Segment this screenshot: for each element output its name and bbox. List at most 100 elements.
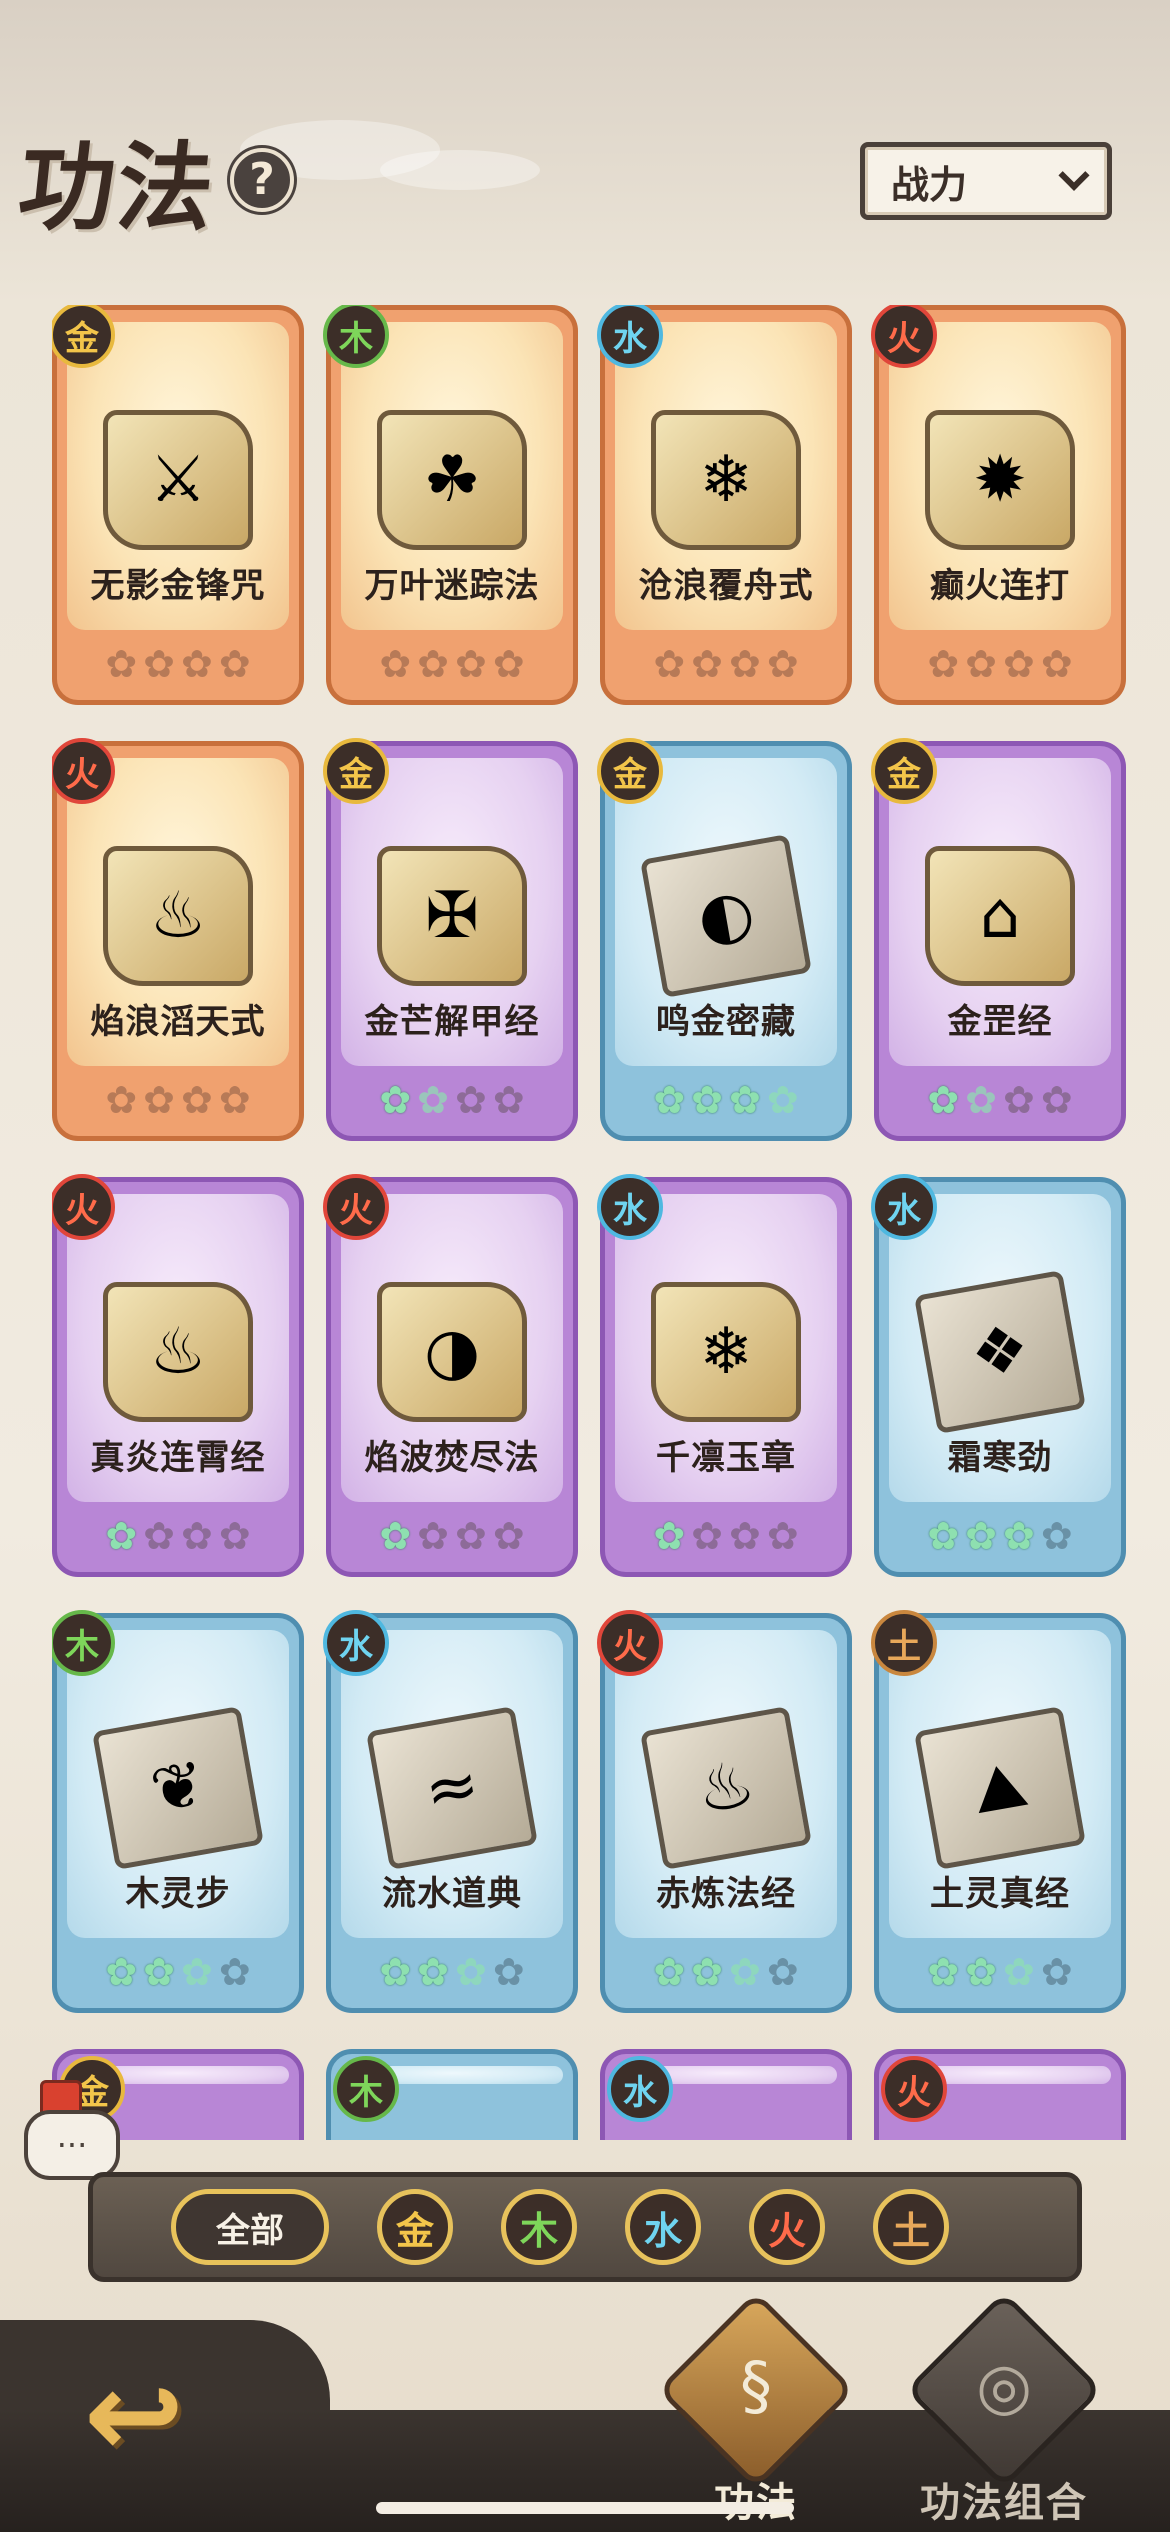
star-rating: ✿ ✿ ✿ ✿ xyxy=(605,1078,847,1122)
element-badge: 木 xyxy=(333,2056,399,2122)
element-badge: 木 xyxy=(323,305,389,368)
star-icon: ✿ xyxy=(143,1950,175,1994)
star-icon: ✿ xyxy=(218,1514,251,1558)
star-icon: ✿ xyxy=(766,642,799,686)
skill-card[interactable]: 木 ❦ 木灵步 ✿ ✿ ✿ ✿ xyxy=(52,1610,304,2013)
skill-name: 鸣金密藏 xyxy=(656,1002,796,1042)
star-icon: ✿ xyxy=(455,1514,487,1558)
skill-card[interactable]: 火 ♨ 真炎连霄经 ✿ ✿ ✿ ✿ xyxy=(52,1174,304,1577)
skill-card[interactable]: 火 ♨ 焰浪滔天式 ✿ ✿ ✿ ✿ xyxy=(52,738,304,1141)
star-icon: ✿ xyxy=(417,1514,449,1558)
star-icon: ✿ xyxy=(653,1514,686,1558)
tab-gongfa-combo-label: 功法组合 xyxy=(920,2480,1088,2526)
filter-huo-button[interactable]: 火 xyxy=(749,2189,825,2265)
skill-card[interactable]: 火 ✹ 癫火连打 ✿ ✿ ✿ ✿ xyxy=(871,305,1126,705)
skill-card-partial[interactable]: 火 xyxy=(874,2049,1126,2140)
skill-card[interactable]: 火 ◑ 焰波焚尽法 ✿ ✿ ✿ ✿ xyxy=(323,1174,578,1577)
star-rating: ✿ ✿ ✿ ✿ xyxy=(57,642,299,686)
skill-card[interactable]: 水 ≈ 流水道典 ✿ ✿ ✿ ✿ xyxy=(323,1610,578,2013)
element-badge: 火 xyxy=(881,2056,947,2122)
skill-name: 土灵真经 xyxy=(930,1874,1070,1914)
star-icon: ✿ xyxy=(218,1078,251,1122)
skill-art-icon: ≈ xyxy=(365,1706,539,1870)
star-icon: ✿ xyxy=(417,1950,449,1994)
star-icon: ✿ xyxy=(766,1514,799,1558)
skill-card[interactable]: 木 ☘ 万叶迷踪法 ✿ ✿ ✿ ✿ xyxy=(323,305,578,705)
skill-glyph: ⌂ xyxy=(979,879,1021,953)
skill-glyph: ≈ xyxy=(419,1746,485,1830)
star-icon: ✿ xyxy=(181,1950,213,1994)
star-rating: ✿ ✿ ✿ ✿ xyxy=(57,1078,299,1122)
skill-name: 千凛玉章 xyxy=(656,1438,796,1478)
chat-bubble-icon[interactable]: ··· xyxy=(24,2110,120,2180)
tab-gongfa-combo[interactable]: ◎ 功法组合 xyxy=(904,2291,1104,2532)
element-badge: 土 xyxy=(871,1610,937,1676)
filter-jin-button[interactable]: 金 xyxy=(377,2189,453,2265)
skill-art-icon: ◐ xyxy=(639,834,813,998)
skill-card[interactable]: 金 ⌂ 金罡经 ✿ ✿ ✿ ✿ xyxy=(871,738,1126,1141)
star-icon: ✿ xyxy=(766,1078,799,1122)
skill-card-partial[interactable]: 木 xyxy=(326,2049,578,2140)
element-badge: 水 xyxy=(871,1174,937,1240)
skill-card[interactable]: 金 ⚔ 无影金锋咒 ✿ ✿ ✿ ✿ xyxy=(52,305,304,705)
skill-card[interactable]: 水 ❖ 霜寒劲 ✿ ✿ ✿ ✿ xyxy=(871,1174,1126,1577)
element-badge: 金 xyxy=(597,738,663,804)
skill-glyph: ❖ xyxy=(965,1310,1035,1394)
star-icon: ✿ xyxy=(653,1950,686,1994)
skill-card[interactable]: 金 ◐ 鸣金密藏 ✿ ✿ ✿ ✿ xyxy=(597,738,852,1141)
star-icon: ✿ xyxy=(653,1078,686,1122)
skill-glyph: ✹ xyxy=(973,443,1027,517)
skill-name: 金芒解甲经 xyxy=(364,1002,540,1042)
star-icon: ✿ xyxy=(417,1078,449,1122)
skill-name: 流水道典 xyxy=(382,1874,522,1914)
star-icon: ✿ xyxy=(181,1078,213,1122)
star-icon: ✿ xyxy=(965,1078,997,1122)
element-badge: 火 xyxy=(52,738,115,804)
star-icon: ✿ xyxy=(1040,1514,1073,1558)
star-rating: ✿ ✿ ✿ ✿ xyxy=(331,1078,573,1122)
element-badge: 水 xyxy=(323,1610,389,1676)
skill-card-partial[interactable]: 水 xyxy=(600,2049,852,2140)
skill-art-icon: ✠ xyxy=(377,846,527,986)
skill-card[interactable]: 火 ♨ 赤炼法经 ✿ ✿ ✿ ✿ xyxy=(597,1610,852,2013)
skill-glyph: ❦ xyxy=(145,1746,211,1830)
skill-glyph: ♨ xyxy=(691,1746,761,1830)
skill-name: 霜寒劲 xyxy=(947,1438,1053,1478)
star-icon: ✿ xyxy=(455,1078,487,1122)
skill-card[interactable]: 土 ⛰ 土灵真经 ✿ ✿ ✿ ✿ xyxy=(871,1610,1126,2013)
star-icon: ✿ xyxy=(1003,1514,1035,1558)
star-icon: ✿ xyxy=(181,642,213,686)
filter-all-button[interactable]: 全部 xyxy=(171,2189,329,2265)
star-icon: ✿ xyxy=(492,1078,525,1122)
star-icon: ✿ xyxy=(927,1950,960,1994)
star-icon: ✿ xyxy=(729,1514,761,1558)
filter-shui-button[interactable]: 水 xyxy=(625,2189,701,2265)
filter-mu-button[interactable]: 木 xyxy=(501,2189,577,2265)
skill-name: 焰波焚尽法 xyxy=(364,1438,540,1478)
star-icon: ✿ xyxy=(965,642,997,686)
star-icon: ✿ xyxy=(379,1514,412,1558)
skill-art-icon: ⚔ xyxy=(103,410,253,550)
star-icon: ✿ xyxy=(379,642,412,686)
skill-card[interactable]: 水 ❄ 千凛玉章 ✿ ✿ ✿ ✿ xyxy=(597,1174,852,1577)
title-group: 功法 ? xyxy=(13,110,294,249)
star-icon: ✿ xyxy=(143,1514,175,1558)
filter-tu-button[interactable]: 土 xyxy=(873,2189,949,2265)
star-rating: ✿ ✿ ✿ ✿ xyxy=(57,1514,299,1558)
skill-card[interactable]: 金 ✠ 金芒解甲经 ✿ ✿ ✿ ✿ xyxy=(323,738,578,1141)
sort-dropdown[interactable]: 战力 xyxy=(860,142,1112,220)
star-rating: ✿ ✿ ✿ ✿ xyxy=(605,1514,847,1558)
star-icon: ✿ xyxy=(965,1950,997,1994)
star-icon: ✿ xyxy=(927,1078,960,1122)
star-icon: ✿ xyxy=(729,1078,761,1122)
star-icon: ✿ xyxy=(105,1950,138,1994)
back-arrow-icon[interactable]: ↩ xyxy=(64,2346,204,2485)
skill-card[interactable]: 水 ❄ 沧浪覆舟式 ✿ ✿ ✿ ✿ xyxy=(597,305,852,705)
star-icon: ✿ xyxy=(691,1950,723,1994)
help-icon[interactable]: ? xyxy=(230,147,294,212)
element-badge: 水 xyxy=(597,305,663,368)
skill-art-icon: ❦ xyxy=(91,1706,265,1870)
star-icon: ✿ xyxy=(766,1950,799,1994)
star-icon: ✿ xyxy=(1040,642,1073,686)
tab-gongfa[interactable]: § 功法 xyxy=(656,2291,856,2532)
